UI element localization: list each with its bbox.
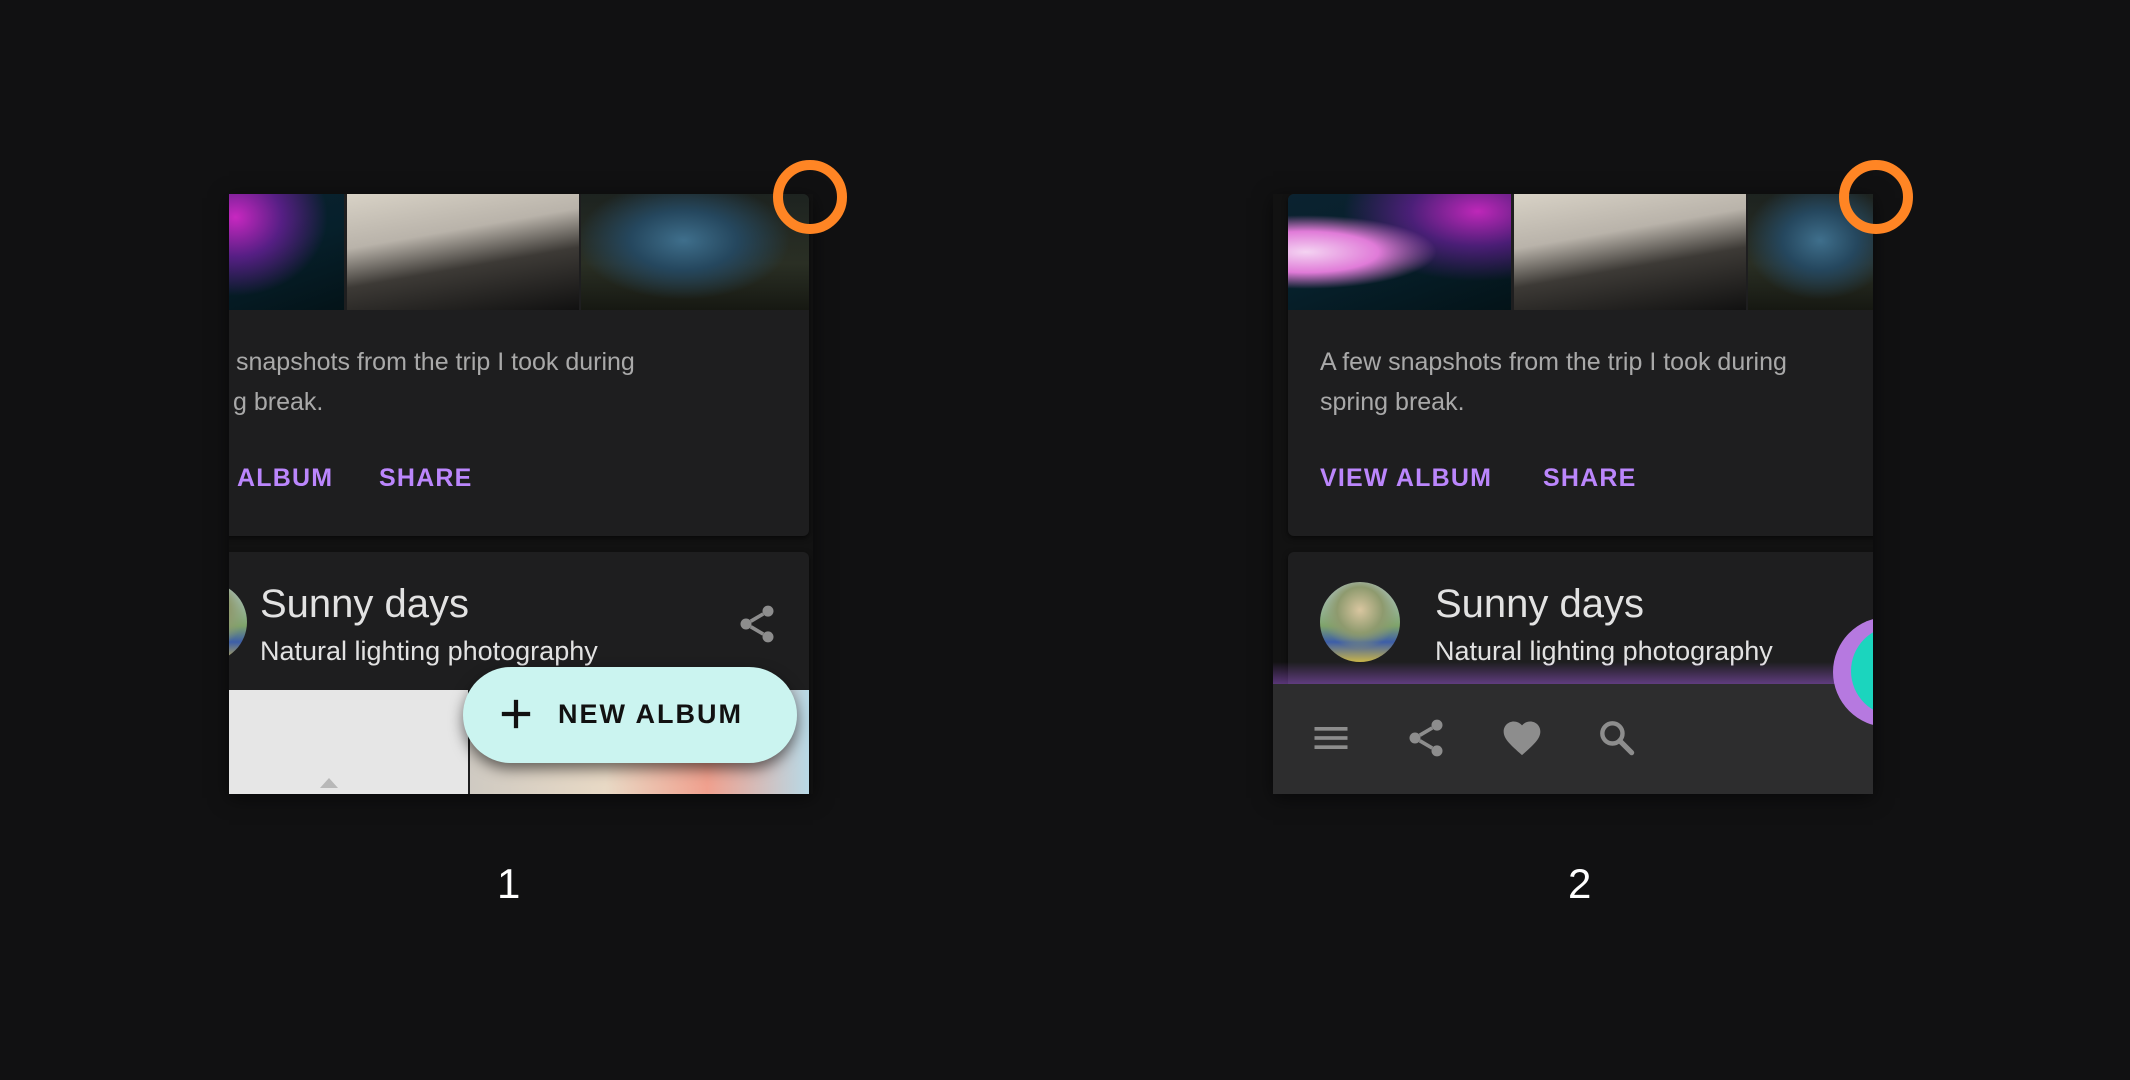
album-photo-strip (229, 194, 809, 310)
album-description: A few snapshots from the trip I took dur… (1320, 342, 1873, 422)
new-album-fab[interactable]: NEW ALBUM (463, 667, 797, 763)
bottom-app-bar (1273, 684, 1873, 794)
card-image-left (229, 690, 468, 794)
album-description-line-2: g break. (233, 388, 324, 416)
avatar (229, 582, 247, 662)
heart-icon[interactable] (1500, 716, 1544, 760)
focus-indicator-2 (1839, 160, 1913, 234)
album-description-line-1: A few snapshots from the trip I took dur… (1320, 348, 1787, 376)
menu-icon[interactable] (1309, 716, 1353, 760)
album-photo-2 (347, 194, 579, 310)
album-photo-2 (1514, 194, 1746, 310)
caption-1: 1 (497, 860, 521, 907)
share-button[interactable]: SHARE (379, 464, 473, 493)
album-card: A few snapshots from the trip I took dur… (1288, 194, 1873, 536)
album-photo-1 (1288, 194, 1511, 310)
album-photo-3 (581, 194, 809, 310)
album-description-line-2: spring break. (1320, 388, 1465, 416)
album-photo-strip (1288, 194, 1873, 310)
album-description-line-1: snapshots from the trip I took during (236, 348, 635, 376)
view-album-button[interactable]: VIEW ALBUM (1320, 464, 1492, 493)
frame-2: A few snapshots from the trip I took dur… (1273, 194, 1873, 794)
search-icon[interactable] (1595, 716, 1639, 760)
bottom-bar-glow (1273, 662, 1873, 686)
avatar (1320, 582, 1400, 662)
album-photo-1 (229, 194, 344, 310)
album-description: snapshots from the trip I took during g … (229, 342, 785, 422)
share-icon[interactable] (735, 602, 779, 646)
card-title: Sunny days (1435, 582, 1645, 626)
card-subtitle: Natural lighting photography (260, 636, 598, 666)
album-card: snapshots from the trip I took during g … (229, 194, 809, 536)
card-title: Sunny days (260, 582, 470, 626)
focus-indicator-1 (773, 160, 847, 234)
view-album-button[interactable]: ALBUM (237, 464, 333, 493)
frame-1: snapshots from the trip I took during g … (229, 194, 813, 794)
plus-icon (501, 699, 531, 729)
fab-label: NEW ALBUM (558, 699, 743, 729)
share-button[interactable]: SHARE (1543, 464, 1637, 493)
share-icon[interactable] (1404, 716, 1448, 760)
caption-2: 2 (1568, 860, 1592, 907)
